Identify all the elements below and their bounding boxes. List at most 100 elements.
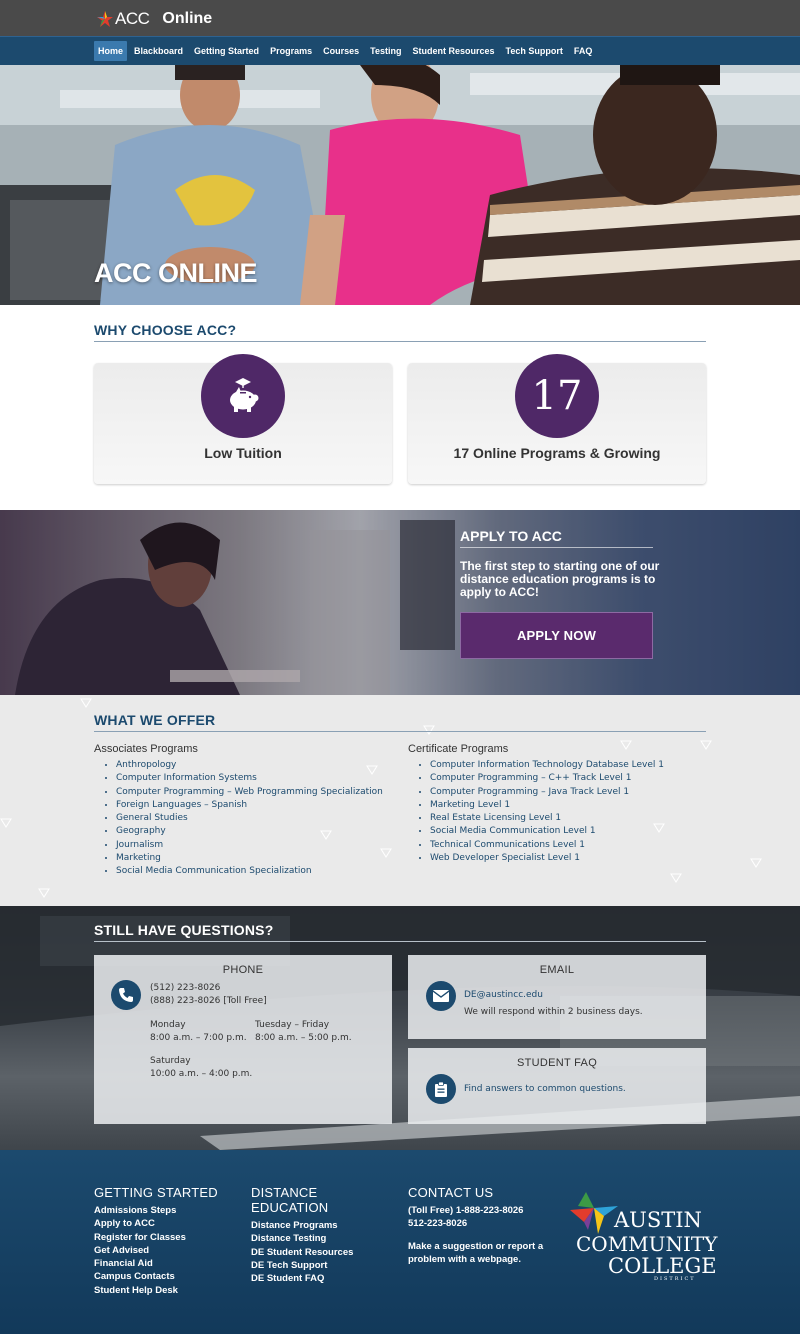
footer-distance-link[interactable]: Distance Programs bbox=[251, 1219, 353, 1232]
phone-panel-title: PHONE bbox=[222, 964, 264, 976]
hours-saturday-label: Saturday bbox=[150, 1056, 191, 1066]
brand-online-text: Online bbox=[162, 10, 213, 27]
certificate-program-item[interactable]: Technical Communications Level 1 bbox=[430, 840, 664, 853]
decor-triangle-icon bbox=[750, 858, 762, 868]
what-we-offer-title: WHAT WE OFFER bbox=[94, 712, 706, 732]
acc-district-logo[interactable]: AUSTIN COMMUNITY COLLEGE DISTRICT bbox=[570, 1192, 717, 1287]
nav-item-student-resources[interactable]: Student Resources bbox=[408, 41, 498, 61]
footer-getting-started: GETTING STARTED Admissions Steps Apply to… bbox=[94, 1185, 218, 1297]
phone-panel: PHONE (512) 223-8026 (888) 223-8026 [Tol… bbox=[94, 955, 392, 1124]
footer-distance-link[interactable]: Distance Testing bbox=[251, 1232, 353, 1245]
nav-list: Home Blackboard Getting Started Programs Cou… bbox=[94, 41, 599, 61]
logo-word-austin: AUSTIN bbox=[614, 1208, 702, 1232]
programs-count-number: 17 bbox=[531, 373, 583, 419]
nav-item-faq[interactable]: FAQ bbox=[570, 41, 597, 61]
certificate-program-item[interactable]: Computer Programming – C++ Track Level 1 bbox=[430, 773, 664, 786]
nav-item-programs[interactable]: Programs bbox=[266, 41, 316, 61]
phone-local-number[interactable]: (512) 223-8026 bbox=[150, 982, 220, 995]
logo-word-college: COLLEGE bbox=[608, 1254, 717, 1278]
phone-tollfree-number[interactable]: (888) 223-8026 [Toll Free] bbox=[150, 995, 267, 1008]
footer-local-number[interactable]: 512-223-8026 bbox=[408, 1217, 558, 1230]
certificate-program-item[interactable]: Web Developer Specialist Level 1 bbox=[430, 853, 664, 866]
footer-suggestion-link[interactable]: Make a suggestion or report a problem wi… bbox=[408, 1240, 558, 1266]
nav-item-testing[interactable]: Testing bbox=[366, 41, 405, 61]
site-footer: GETTING STARTED Admissions Steps Apply to… bbox=[0, 1150, 800, 1334]
certificate-programs-title: Certificate Programs bbox=[408, 743, 509, 755]
apply-title: APPLY TO ACC bbox=[460, 528, 653, 548]
footer-contact-us: CONTACT US (Toll Free) 1-888-223-8026 51… bbox=[408, 1185, 558, 1266]
logo-word-district: DISTRICT bbox=[654, 1276, 696, 1282]
certificate-programs-list: Computer Information Technology Database… bbox=[408, 760, 664, 866]
apply-description: The first step to starting one of our di… bbox=[460, 559, 660, 599]
email-address-link[interactable]: DE@austincc.edu bbox=[464, 989, 543, 1002]
footer-getting-started-title: GETTING STARTED bbox=[94, 1185, 218, 1200]
certificate-program-item[interactable]: Real Estate Licensing Level 1 bbox=[430, 813, 664, 826]
site-brand-link[interactable]: ACC Online bbox=[97, 9, 212, 29]
footer-distance-link[interactable]: DE Student Resources bbox=[251, 1246, 353, 1259]
student-faq-title: STUDENT FAQ bbox=[516, 1057, 598, 1069]
footer-contact-title: CONTACT US bbox=[408, 1185, 494, 1200]
decor-triangle-icon bbox=[0, 818, 12, 828]
brand-acc-text: ACC bbox=[115, 9, 150, 28]
hours-weekday-label: Tuesday – Friday bbox=[255, 1020, 330, 1030]
associates-programs-title: Associates Programs bbox=[94, 743, 198, 755]
associates-program-item[interactable]: Computer Programming – Web Programming S… bbox=[116, 787, 383, 800]
online-programs-label: 17 Online Programs & Growing bbox=[453, 445, 661, 461]
main-navigation: Home Blackboard Getting Started Programs Cou… bbox=[0, 36, 800, 65]
footer-distance-education: DISTANCE EDUCATION Distance Programs Dista… bbox=[251, 1185, 353, 1285]
associates-program-item[interactable]: Anthropology bbox=[116, 760, 383, 773]
hero-title: ACC ONLINE bbox=[94, 258, 258, 288]
associates-program-item[interactable]: Marketing bbox=[116, 853, 383, 866]
associates-program-item[interactable]: Geography bbox=[116, 826, 383, 839]
footer-tollfree-number[interactable]: (Toll Free) 1-888-223-8026 bbox=[408, 1204, 558, 1217]
certificate-program-item[interactable]: Computer Information Technology Database… bbox=[430, 760, 664, 773]
apply-now-button[interactable]: APPLY NOW bbox=[460, 612, 653, 659]
footer-distance-title: DISTANCE EDUCATION bbox=[251, 1185, 329, 1215]
associates-program-item[interactable]: Computer Information Systems bbox=[116, 773, 383, 786]
hours-monday-value: 8:00 a.m. – 7:00 p.m. bbox=[150, 1033, 247, 1043]
footer-getting-started-link[interactable]: Financial Aid bbox=[94, 1257, 218, 1270]
piggy-bank-icon bbox=[230, 378, 259, 412]
certificate-program-item[interactable]: Social Media Communication Level 1 bbox=[430, 826, 664, 839]
student-faq-link[interactable]: Find answers to common questions. bbox=[464, 1083, 626, 1096]
associates-program-item[interactable]: Journalism bbox=[116, 840, 383, 853]
apply-banner: APPLY TO ACC The first step to starting … bbox=[0, 510, 800, 695]
certificate-program-item[interactable]: Marketing Level 1 bbox=[430, 800, 664, 813]
associates-programs-list: AnthropologyComputer Information Systems… bbox=[94, 760, 383, 880]
hours-monday-label: Monday bbox=[150, 1020, 186, 1030]
nav-item-tech-support[interactable]: Tech Support bbox=[501, 41, 566, 61]
phone-icon bbox=[111, 980, 141, 1010]
why-choose-title: WHY CHOOSE ACC? bbox=[94, 322, 706, 342]
footer-getting-started-link[interactable]: Register for Classes bbox=[94, 1231, 218, 1244]
envelope-icon bbox=[426, 981, 456, 1011]
nav-item-blackboard[interactable]: Blackboard bbox=[130, 41, 187, 61]
nav-item-courses[interactable]: Courses bbox=[319, 41, 363, 61]
programs-count-circle: 17 bbox=[515, 354, 599, 438]
low-tuition-label: Low Tuition bbox=[204, 445, 282, 461]
nav-item-getting-started[interactable]: Getting Started bbox=[190, 41, 263, 61]
associates-program-item[interactable]: General Studies bbox=[116, 813, 383, 826]
footer-getting-started-link[interactable]: Admissions Steps bbox=[94, 1204, 218, 1217]
decor-triangle-icon bbox=[620, 740, 632, 750]
decor-triangle-icon bbox=[670, 873, 682, 883]
email-panel: EMAIL DE@austincc.edu We will respond wi… bbox=[408, 955, 706, 1039]
footer-distance-link[interactable]: DE Tech Support bbox=[251, 1259, 353, 1272]
associates-program-item[interactable]: Social Media Communication Specializatio… bbox=[116, 866, 383, 879]
certificate-program-item[interactable]: Computer Programming – Java Track Level … bbox=[430, 787, 664, 800]
low-tuition-circle bbox=[201, 354, 285, 438]
card-low-tuition: Low Tuition bbox=[94, 354, 392, 484]
footer-getting-started-link[interactable]: Get Advised bbox=[94, 1244, 218, 1257]
footer-getting-started-link[interactable]: Apply to ACC bbox=[94, 1217, 218, 1230]
hero-banner: ACC ONLINE bbox=[0, 65, 800, 305]
apply-photo bbox=[0, 510, 800, 695]
footer-getting-started-link[interactable]: Campus Contacts bbox=[94, 1270, 218, 1283]
associates-program-item[interactable]: Foreign Languages – Spanish bbox=[116, 800, 383, 813]
hours-weekday-value: 8:00 a.m. – 5:00 p.m. bbox=[255, 1033, 352, 1043]
email-panel-title: EMAIL bbox=[539, 964, 575, 976]
hours-saturday-value: 10:00 a.m. – 4:00 p.m. bbox=[150, 1069, 253, 1079]
footer-distance-link[interactable]: DE Student FAQ bbox=[251, 1272, 353, 1285]
footer-getting-started-link[interactable]: Student Help Desk bbox=[94, 1284, 218, 1297]
logo-word-community: COMMUNITY bbox=[576, 1232, 718, 1256]
acc-star-logo-icon bbox=[570, 1192, 618, 1234]
nav-item-home[interactable]: Home bbox=[94, 41, 128, 61]
